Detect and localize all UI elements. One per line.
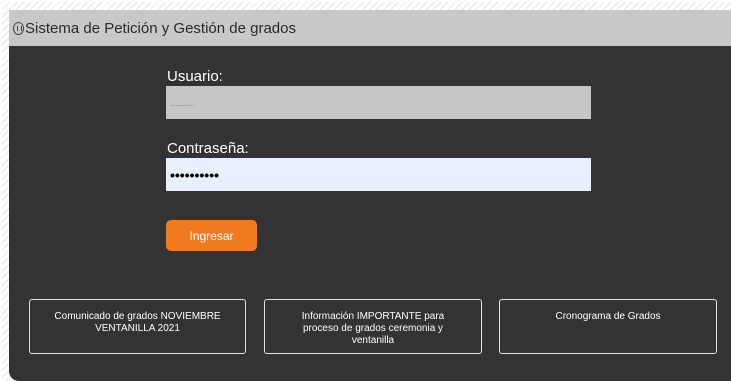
link-informacion-importante[interactable]: Información IMPORTANTE para proceso de g… <box>264 299 482 354</box>
page-title: Sistema de Petición y Gestión de grados <box>25 19 296 37</box>
link-label: Comunicado de grados NOVIEMBRE VENTANILL… <box>54 311 221 334</box>
link-label: Información IMPORTANTE para proceso de g… <box>301 311 445 346</box>
link-comunicado-grados[interactable]: Comunicado de grados NOVIEMBRE VENTANILL… <box>29 299 246 354</box>
info-icon <box>13 21 24 35</box>
username-input[interactable] <box>166 86 591 119</box>
password-input[interactable] <box>166 158 591 191</box>
title-bar: Sistema de Petición y Gestión de grados <box>9 10 731 46</box>
link-cronograma-grados[interactable]: Cronograma de Grados <box>499 299 717 354</box>
login-panel: Sistema de Petición y Gestión de grados … <box>9 10 731 381</box>
username-label: Usuario: <box>167 68 223 85</box>
password-label: Contraseña: <box>167 140 249 157</box>
link-label: Cronograma de Grados <box>555 311 661 322</box>
login-button[interactable]: Ingresar <box>166 220 257 251</box>
